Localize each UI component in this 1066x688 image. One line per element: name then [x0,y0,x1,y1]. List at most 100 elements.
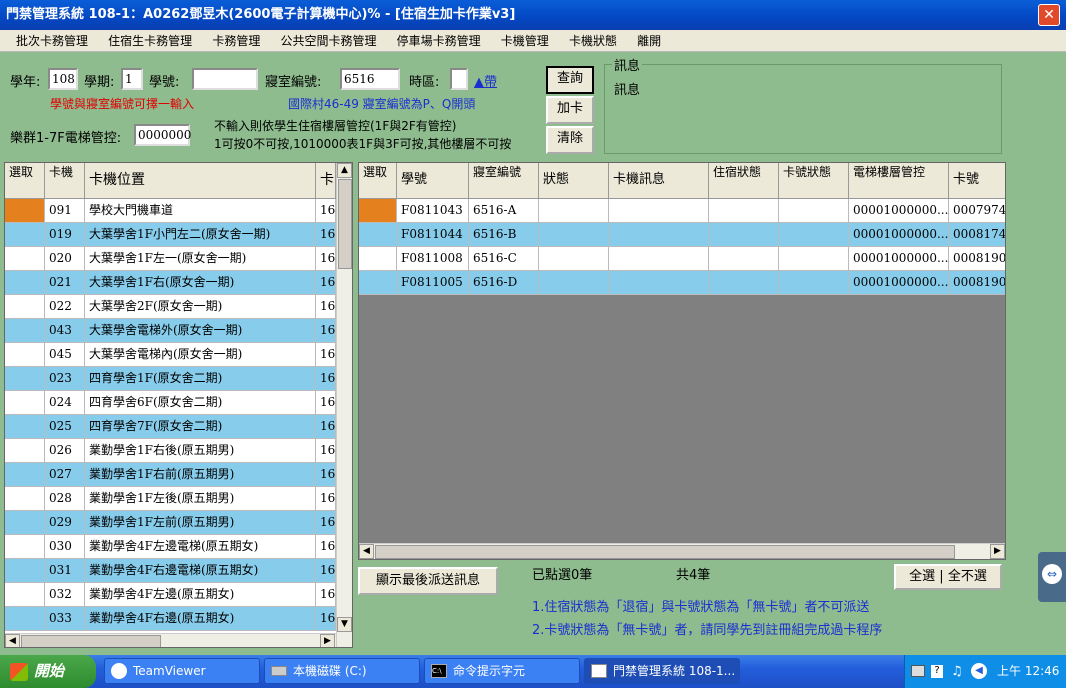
row-select-cell[interactable] [5,319,45,343]
col-header-elevator[interactable]: 電梯樓層管控 [849,163,949,199]
row-select-cell[interactable] [5,535,45,559]
col-header-student-id[interactable]: 學號 [397,163,469,199]
reader-location-cell[interactable]: 大葉學舍2F(原女舍一期) [85,295,316,319]
dorm-status-cell[interactable] [709,199,779,223]
reader-location-cell[interactable]: 大葉學舍電梯外(原女舍一期) [85,319,316,343]
reader-location-cell[interactable]: 學校大門機車道 [85,199,316,223]
elevator-cell[interactable]: 00001000000... [849,223,949,247]
row-select-cell[interactable] [5,607,45,631]
collapse-tray-icon[interactable]: ◀ [971,663,987,679]
reader-card-cell[interactable]: 16 [316,607,336,631]
reader-id-cell[interactable]: 027 [45,463,85,487]
col-header-room[interactable]: 寢室編號 [469,163,539,199]
show-last-message-button[interactable]: 顯示最後派送訊息 [358,567,498,595]
reader-id-cell[interactable]: 030 [45,535,85,559]
reader-card-cell[interactable]: 16 [316,391,336,415]
row-select-cell[interactable] [5,247,45,271]
col-header-location[interactable]: 卡機位置 [85,163,316,199]
reader-location-cell[interactable]: 業勤學舍4F右邊電梯(原五期女) [85,559,316,583]
reader-grid-vscroll[interactable]: ▲ ▼ [336,163,352,647]
reader-msg-cell[interactable] [609,247,709,271]
row-select-cell[interactable] [359,247,397,271]
student-input[interactable] [192,68,258,90]
status-cell[interactable] [539,223,609,247]
query-button[interactable]: 查詢 [546,66,594,94]
task-cmd[interactable]: C:\ 命令提示字元 [424,658,580,684]
room-cell[interactable]: 6516-B [469,223,539,247]
student-grid-hscroll[interactable]: ◀ ▶ [359,543,1005,559]
reader-id-cell[interactable]: 021 [45,271,85,295]
reader-id-cell[interactable]: 033 [45,607,85,631]
student-id-cell[interactable]: F0811043 [397,199,469,223]
reader-msg-cell[interactable] [609,199,709,223]
side-panel-tab[interactable]: ⇔ [1038,552,1066,602]
reader-card-cell[interactable]: 16 [316,535,336,559]
reader-card-cell[interactable]: 16 [316,295,336,319]
reader-location-cell[interactable]: 業勤學舍4F右邊(原五期女) [85,607,316,631]
elevator-input[interactable]: 0000000 [134,124,191,146]
reader-card-cell[interactable]: 16 [316,247,336,271]
reader-msg-cell[interactable] [609,271,709,295]
hscroll-thumb[interactable] [375,545,955,559]
reader-id-cell[interactable]: 045 [45,343,85,367]
menu-item-reader-status[interactable]: 卡機狀態 [569,30,617,52]
reader-location-cell[interactable]: 大葉學舍電梯內(原女舍一期) [85,343,316,367]
reader-id-cell[interactable]: 022 [45,295,85,319]
row-select-cell[interactable] [5,463,45,487]
reader-location-cell[interactable]: 四育學舍1F(原女舍二期) [85,367,316,391]
elevator-cell[interactable]: 00001000000... [849,199,949,223]
row-select-cell[interactable] [5,415,45,439]
reader-id-cell[interactable]: 020 [45,247,85,271]
reader-location-cell[interactable]: 業勤學舍4F左邊電梯(原五期女) [85,535,316,559]
reader-id-cell[interactable]: 031 [45,559,85,583]
reader-location-cell[interactable]: 四育學舍6F(原女舍二期) [85,391,316,415]
status-cell[interactable] [539,271,609,295]
card-status-cell[interactable] [779,223,849,247]
dorm-status-cell[interactable] [709,223,779,247]
reader-card-cell[interactable]: 16 [316,199,336,223]
reader-card-cell[interactable]: 16 [316,487,336,511]
task-teamviewer[interactable]: TeamViewer [104,658,260,684]
card-no-cell[interactable]: 00079746 [949,199,1005,223]
row-select-cell[interactable] [5,343,45,367]
col-header-dorm-status[interactable]: 住宿狀態 [709,163,779,199]
volume-icon[interactable]: ♫ [951,655,963,688]
reader-card-cell[interactable]: 16 [316,415,336,439]
elevator-cell[interactable]: 00001000000... [849,247,949,271]
card-status-cell[interactable] [779,271,849,295]
row-select-cell[interactable] [5,487,45,511]
room-cell[interactable]: 6516-C [469,247,539,271]
menu-item-reader[interactable]: 卡機管理 [501,30,549,52]
reader-id-cell[interactable]: 019 [45,223,85,247]
scroll-up-icon[interactable]: ▲ [337,163,352,178]
term-input[interactable]: 1 [121,68,143,90]
col-header-status[interactable]: 狀態 [539,163,609,199]
task-local-disk[interactable]: 本機磁碟 (C:) [264,658,420,684]
row-select-cell[interactable] [5,271,45,295]
row-select-cell[interactable] [5,583,45,607]
reader-id-cell[interactable]: 025 [45,415,85,439]
row-select-cell[interactable] [5,199,45,223]
zone-input[interactable] [450,68,468,90]
student-id-cell[interactable]: F0811005 [397,271,469,295]
scroll-left-icon[interactable]: ◀ [359,544,374,559]
room-cell[interactable]: 6516-A [469,199,539,223]
card-no-cell[interactable]: 00081906 [949,247,1005,271]
row-select-cell[interactable] [5,559,45,583]
reader-card-cell[interactable]: 16 [316,319,336,343]
col-header-select[interactable]: 選取 [359,163,397,199]
row-select-cell[interactable] [5,295,45,319]
row-select-cell[interactable] [5,511,45,535]
start-button[interactable]: 開始 [0,655,96,688]
reader-id-cell[interactable]: 028 [45,487,85,511]
col-header-card-status[interactable]: 卡號狀態 [779,163,849,199]
select-all-toggle-button[interactable]: 全選 | 全不選 [894,564,1002,590]
menu-item-dorm[interactable]: 住宿生卡務管理 [108,30,192,52]
card-no-cell[interactable]: 00081908 [949,271,1005,295]
help-icon[interactable]: ? [931,665,943,678]
menu-item-card[interactable]: 卡務管理 [212,30,260,52]
scroll-thumb[interactable] [338,179,352,269]
reader-location-cell[interactable]: 業勤學舍1F右後(原五期男) [85,439,316,463]
menu-item-parking[interactable]: 停車場卡務管理 [397,30,481,52]
reader-card-cell[interactable]: 16 [316,223,336,247]
